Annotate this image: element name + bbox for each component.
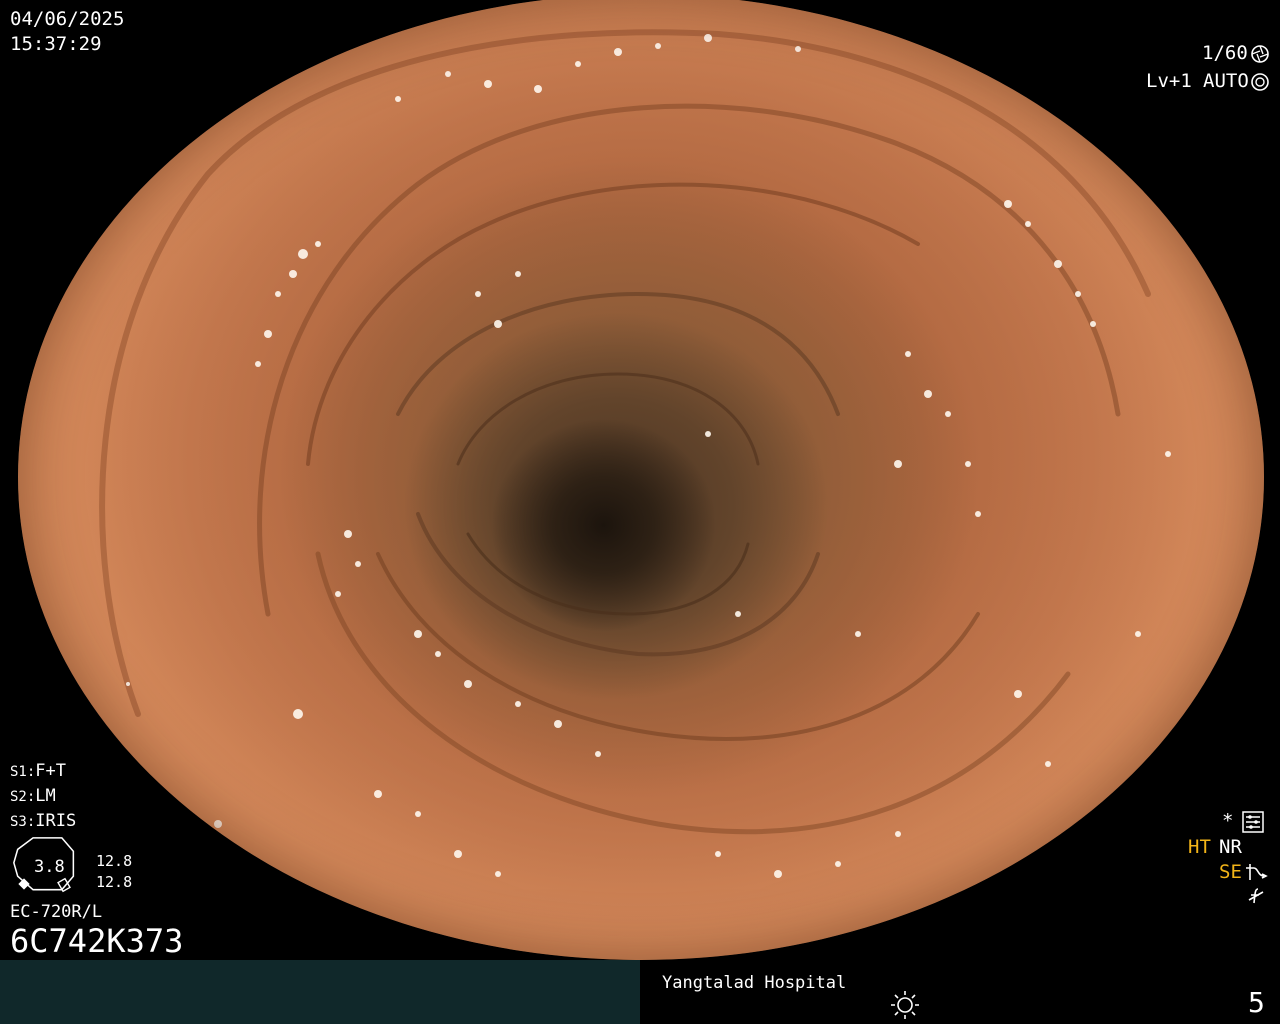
nr-indicator: NR [1219,836,1242,858]
s3-key: S3: [10,814,36,830]
iris-lower: 12.8 [96,873,133,891]
s2-key: S2: [10,789,36,805]
brightness-level: Lv+1 [1146,70,1192,92]
star-marker: * [1222,810,1234,832]
shutter-speed: 1/60 [1202,42,1248,64]
sun-icon [891,991,919,1019]
s1-value: F+T [35,761,67,781]
endoscopy-screen: 04/06/2025 15:37:29 1/60 Lv+1 AUTO S1:F+… [0,0,1280,1024]
s2-value: LM [35,786,56,806]
bottom-bar-left [0,960,640,1024]
page-number: 5 [1248,986,1265,1019]
hospital-name: Yangtalad Hospital [662,973,847,993]
iris-mode: AUTO [1203,70,1249,92]
s3-value: IRIS [35,811,77,831]
se-indicator: SE [1219,861,1242,883]
curve-icon [1246,864,1268,880]
s3-setting: S3:IRIS [10,810,76,833]
s1-setting: S1:F+T [10,760,66,783]
exam-time: 15:37:29 [10,33,102,55]
scope-vignette [18,0,1264,960]
shutter-icon [1251,45,1269,63]
scope-serial: 6C742K373 [10,922,184,960]
not-f-icon [1248,888,1264,904]
iris-upper: 12.8 [96,852,133,870]
ht-indicator: HT [1188,836,1211,858]
exam-date: 04/06/2025 [10,8,125,30]
bottom-bar-right: Yangtalad Hospital 5 [640,960,1280,1024]
s1-key: S1: [10,764,36,780]
endoscopic-image [18,0,1264,960]
s2-setting: S2:LM [10,785,56,808]
iris-indicator: 3.8 [12,836,90,896]
iris-value: 3.8 [34,857,65,877]
scope-model: EC-720R/L [10,902,103,922]
auto-iris-icon [1251,73,1269,91]
settings-menu-icon [1242,811,1264,833]
